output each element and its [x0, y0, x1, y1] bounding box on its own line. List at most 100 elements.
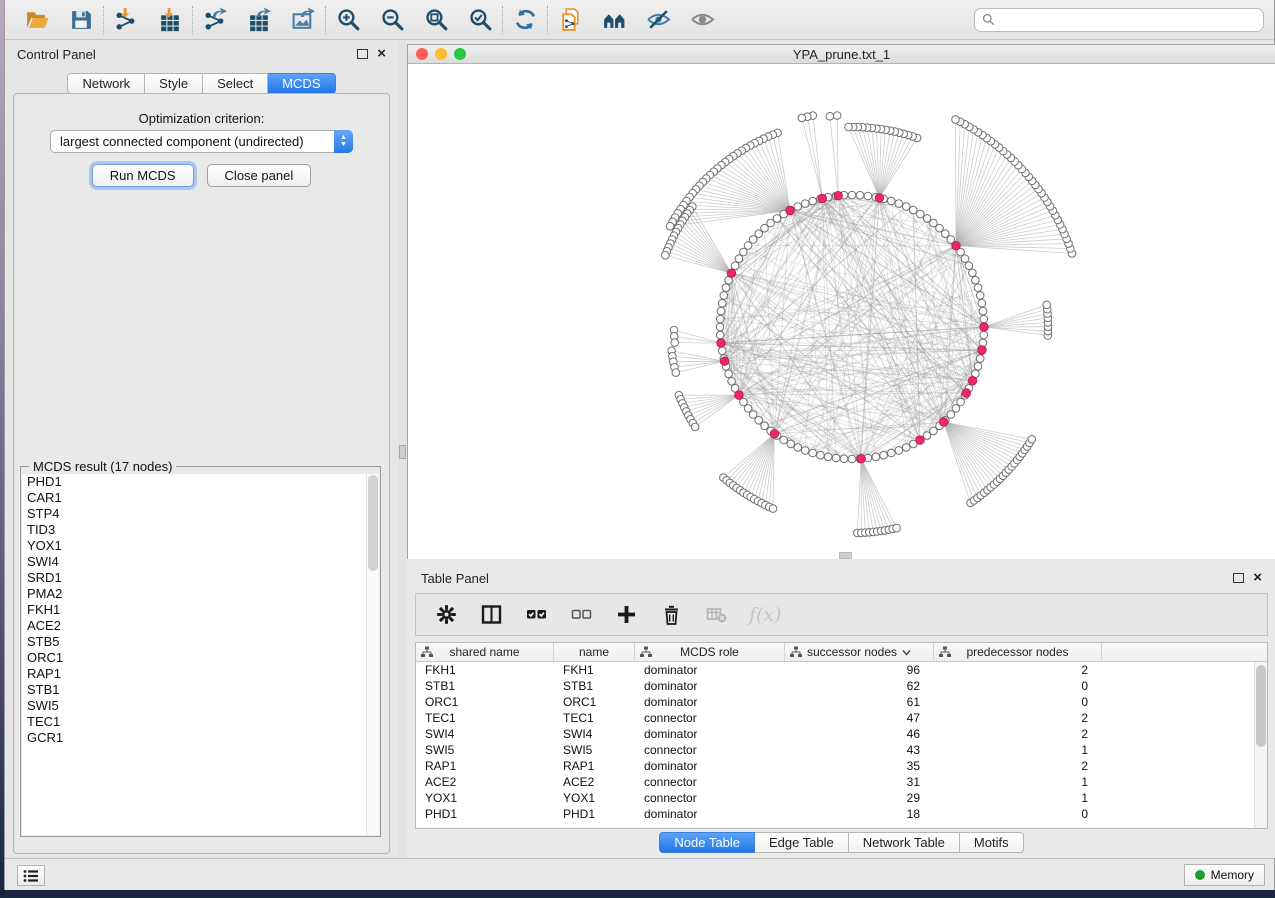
list-item[interactable]: ORC1	[22, 650, 379, 666]
table-row[interactable]: ORC1ORC1dominator610	[416, 694, 1254, 710]
list-item[interactable]: STP4	[22, 506, 379, 522]
table-row[interactable]: YOX1YOX1connector291	[416, 790, 1254, 806]
list-item[interactable]: SRD1	[22, 570, 379, 586]
list-item[interactable]: CAR1	[22, 490, 379, 506]
show-columns-icon[interactable]	[479, 603, 503, 627]
select-all-icon[interactable]	[524, 603, 548, 627]
main-toolbar	[5, 0, 1274, 40]
table-row[interactable]: FKH1FKH1dominator962	[416, 662, 1254, 678]
list-item[interactable]: RAP1	[22, 666, 379, 682]
run-mcds-button[interactable]: Run MCDS	[92, 164, 194, 187]
tab-edge-table[interactable]: Edge Table	[755, 832, 849, 853]
open-file-icon[interactable]	[23, 6, 51, 34]
table-cell: dominator	[635, 694, 785, 710]
table-cell: RAP1	[554, 758, 635, 774]
float-panel-icon[interactable]	[357, 49, 368, 59]
table-cell: connector	[635, 710, 785, 726]
export-network-icon[interactable]	[201, 6, 229, 34]
search-input[interactable]	[1000, 13, 1256, 27]
column-header-MCDS-role[interactable]: MCDS role	[635, 643, 785, 661]
column-header-successor-nodes[interactable]: successor nodes	[785, 643, 934, 661]
table-cell: ACE2	[554, 774, 635, 790]
table-row[interactable]: SWI5SWI5connector431	[416, 742, 1254, 758]
show-all-icon[interactable]	[688, 6, 716, 34]
add-column-icon[interactable]	[614, 603, 638, 627]
list-item[interactable]: TEC1	[22, 714, 379, 730]
network-window-titlebar[interactable]: YPA_prune.txt_1	[408, 45, 1275, 64]
result-list-scrollbar[interactable]	[366, 474, 379, 835]
list-item[interactable]: ACE2	[22, 618, 379, 634]
table-row[interactable]: SWI4SWI4dominator462	[416, 726, 1254, 742]
memory-button[interactable]: Memory	[1184, 864, 1265, 886]
float-panel-icon[interactable]	[1233, 573, 1244, 583]
column-header-name[interactable]: name	[554, 643, 635, 661]
column-header-predecessor-nodes[interactable]: predecessor nodes	[934, 643, 1102, 661]
table-row[interactable]: RAP1RAP1dominator352	[416, 758, 1254, 774]
close-panel-button[interactable]: Close panel	[207, 164, 312, 187]
table-cell: 46	[785, 726, 934, 742]
apply-layout-icon[interactable]	[511, 6, 539, 34]
zoom-fit-icon[interactable]	[422, 6, 450, 34]
list-item[interactable]: TID3	[22, 522, 379, 538]
network-canvas[interactable]	[408, 65, 1275, 559]
table-cell: connector	[635, 742, 785, 758]
status-bar: Memory	[5, 858, 1274, 890]
tab-network-table[interactable]: Network Table	[849, 832, 960, 853]
table-row[interactable]: ACE2ACE2connector311	[416, 774, 1254, 790]
column-header-shared-name[interactable]: shared name	[416, 643, 554, 661]
settings-gear-icon[interactable]	[434, 603, 458, 627]
tab-motifs[interactable]: Motifs	[960, 832, 1024, 853]
table-cell: dominator	[635, 678, 785, 694]
first-neighbors-icon[interactable]	[600, 6, 628, 34]
table-row[interactable]: PHD1PHD1dominator180	[416, 806, 1254, 822]
list-item[interactable]: STB1	[22, 682, 379, 698]
optimization-criterion-label: Optimization criterion:	[14, 111, 389, 126]
zoom-out-icon[interactable]	[378, 6, 406, 34]
table-cell: PHD1	[416, 806, 554, 822]
horizontal-splitter[interactable]	[407, 559, 1275, 566]
table-row[interactable]: TEC1TEC1connector472	[416, 710, 1254, 726]
duplicate-network-icon[interactable]	[556, 6, 584, 34]
zoom-selected-icon[interactable]	[466, 6, 494, 34]
import-table-icon[interactable]	[156, 6, 184, 34]
table-toolbar: f(x)	[415, 593, 1268, 636]
table-scrollbar[interactable]	[1254, 662, 1267, 828]
splitter-grip[interactable]	[399, 445, 406, 459]
search-box[interactable]	[974, 8, 1264, 32]
export-table-icon[interactable]	[245, 6, 273, 34]
export-image-icon[interactable]	[289, 6, 317, 34]
tab-style[interactable]: Style	[145, 73, 203, 94]
import-network-icon[interactable]	[112, 6, 140, 34]
deselect-all-icon[interactable]	[569, 603, 593, 627]
table-row[interactable]: STB1STB1dominator620	[416, 678, 1254, 694]
delete-column-icon[interactable]	[659, 603, 683, 627]
hide-selected-icon[interactable]	[644, 6, 672, 34]
zoom-in-icon[interactable]	[334, 6, 362, 34]
column-header-label: shared name	[449, 645, 519, 659]
criterion-dropdown[interactable]: largest connected component (undirected)…	[50, 130, 353, 153]
close-panel-icon[interactable]: ×	[377, 49, 386, 59]
table-cell: 47	[785, 710, 934, 726]
tab-select[interactable]: Select	[203, 73, 268, 94]
task-history-button[interactable]	[17, 865, 45, 886]
table-cell: dominator	[635, 806, 785, 822]
save-session-icon[interactable]	[67, 6, 95, 34]
tab-node-table[interactable]: Node Table	[659, 832, 755, 853]
tab-mcds[interactable]: MCDS	[268, 73, 335, 94]
mcds-result-list: PHD1CAR1STP4TID3YOX1SWI4SRD1PMA2FKH1ACE2…	[22, 474, 379, 835]
application-window: Control Panel × NetworkStyleSelectMCDS O…	[4, 0, 1275, 890]
search-icon	[982, 13, 995, 26]
close-panel-icon[interactable]: ×	[1253, 573, 1262, 583]
table-cell: TEC1	[554, 710, 635, 726]
list-item[interactable]: SWI4	[22, 554, 379, 570]
list-item[interactable]: SWI5	[22, 698, 379, 714]
tab-network[interactable]: Network	[67, 73, 145, 94]
list-item[interactable]: GCR1	[22, 730, 379, 746]
vertical-splitter[interactable]	[398, 40, 407, 858]
list-item[interactable]: STB5	[22, 634, 379, 650]
list-item[interactable]: FKH1	[22, 602, 379, 618]
list-item[interactable]: PHD1	[22, 474, 379, 490]
list-item[interactable]: YOX1	[22, 538, 379, 554]
list-item[interactable]: PMA2	[22, 586, 379, 602]
splitter-grip[interactable]	[839, 552, 852, 559]
